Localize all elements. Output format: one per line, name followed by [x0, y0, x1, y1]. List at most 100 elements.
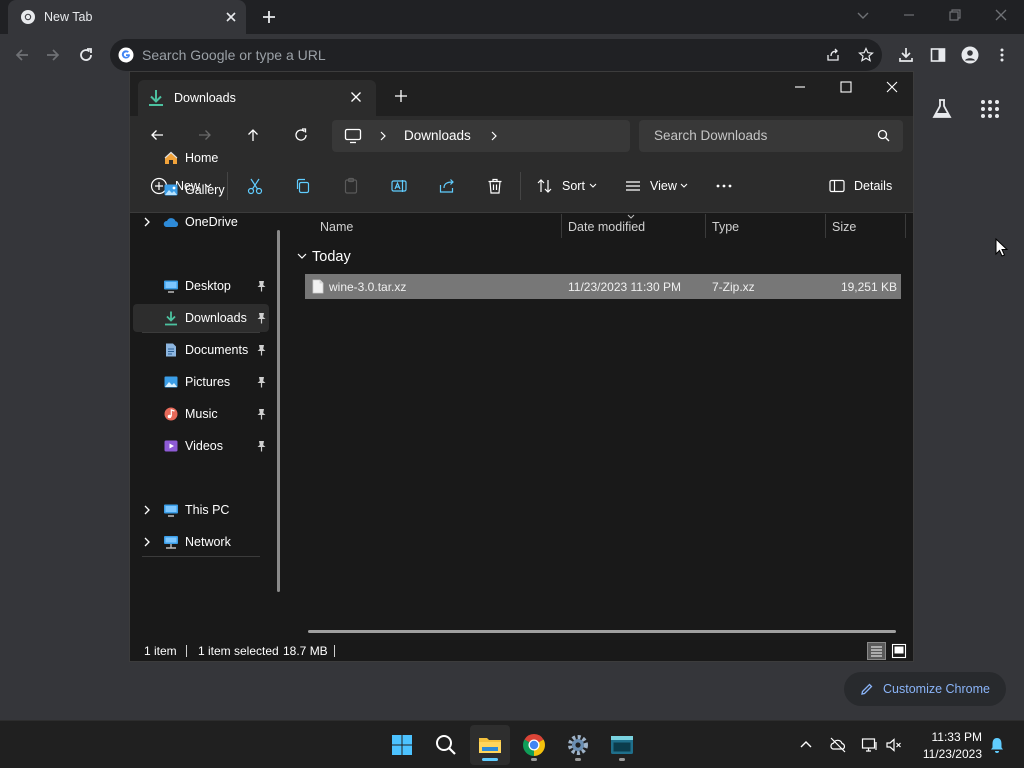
show-hidden-icons-chevron-icon[interactable]	[797, 736, 815, 754]
sidebar-item-label: Gallery	[185, 183, 225, 197]
side-panel-icon[interactable]	[929, 46, 947, 64]
sidebar-item-this-pc[interactable]: This PC	[133, 496, 269, 524]
tab-search-chevron-icon[interactable]	[855, 7, 871, 23]
sort-button-label[interactable]: Sort	[562, 179, 585, 193]
expand-chevron-icon[interactable]	[143, 217, 151, 227]
collapse-group-chevron-icon[interactable]	[297, 253, 307, 260]
maximize-icon[interactable]	[840, 81, 852, 93]
search-button[interactable]	[426, 725, 466, 765]
share-icon[interactable]	[438, 177, 456, 195]
close-window-icon[interactable]	[886, 81, 898, 93]
view-lines-icon[interactable]	[624, 177, 642, 195]
details-button-label[interactable]: Details	[854, 179, 892, 193]
expand-chevron-icon[interactable]	[143, 537, 151, 547]
details-pane-icon[interactable]	[828, 177, 846, 195]
back-arrow-icon[interactable]	[13, 46, 31, 64]
chevron-right-icon[interactable]	[379, 131, 387, 141]
pin-icon	[257, 409, 266, 420]
column-separator[interactable]	[561, 214, 562, 238]
volume-muted-icon[interactable]	[885, 736, 903, 754]
file-size: 19,251 KB	[840, 280, 897, 294]
close-tab-icon[interactable]	[350, 91, 362, 103]
close-tab-icon[interactable]	[224, 10, 238, 24]
file-type: 7-Zip.xz	[712, 280, 755, 294]
column-separator[interactable]	[825, 214, 826, 238]
column-separator[interactable]	[705, 214, 706, 238]
reload-icon[interactable]	[77, 46, 95, 64]
sidebar-item-documents[interactable]: Documents	[133, 336, 269, 364]
chrome-labs-flask-icon[interactable]	[930, 97, 954, 121]
delete-trash-icon[interactable]	[486, 177, 504, 195]
chrome-tab-new-tab[interactable]: New Tab	[8, 0, 246, 34]
bookmark-star-icon[interactable]	[858, 47, 874, 63]
close-window-icon[interactable]	[993, 7, 1009, 23]
paste-clipboard-icon[interactable]	[342, 177, 360, 195]
chevron-down-icon[interactable]	[680, 183, 688, 189]
restore-icon[interactable]	[947, 7, 963, 23]
taskbar-clock-date[interactable]: 11/23/2023	[910, 747, 982, 761]
more-menu-icon[interactable]	[993, 46, 1011, 64]
view-button-label[interactable]: View	[650, 179, 677, 193]
downloads-icon[interactable]	[897, 46, 915, 64]
sidebar-item-music[interactable]: Music	[133, 400, 269, 428]
refresh-icon[interactable]	[293, 127, 309, 143]
forward-arrow-icon[interactable]	[197, 127, 213, 143]
notification-bell-icon[interactable]	[988, 736, 1006, 754]
explorer-tab-downloads[interactable]: Downloads	[138, 80, 376, 116]
more-options-icon[interactable]	[715, 177, 733, 195]
forward-arrow-icon[interactable]	[44, 46, 62, 64]
horizontal-scrollbar[interactable]	[308, 630, 896, 633]
sidebar-divider	[142, 332, 260, 333]
sidebar-item-network[interactable]: Network	[133, 528, 269, 556]
search-icon	[436, 735, 456, 755]
pin-icon	[257, 345, 266, 356]
sidebar-item-videos[interactable]: Videos	[133, 432, 269, 460]
network-monitor-icon[interactable]	[861, 736, 879, 754]
chrome-logo-icon	[523, 734, 545, 756]
status-separator	[186, 645, 187, 657]
sidebar-item-desktop[interactable]: Desktop	[133, 272, 269, 300]
up-arrow-icon[interactable]	[245, 127, 261, 143]
share-icon[interactable]	[825, 47, 841, 63]
sidebar-item-downloads[interactable]: Downloads	[133, 304, 269, 332]
column-header-type[interactable]: Type	[712, 220, 739, 234]
chevron-right-icon[interactable]	[490, 131, 498, 141]
address-bar[interactable]: Downloads	[332, 120, 630, 152]
group-header-today[interactable]: Today	[312, 249, 351, 265]
start-button[interactable]	[382, 725, 422, 765]
minimize-icon[interactable]	[901, 7, 917, 23]
copy-icon[interactable]	[294, 177, 312, 195]
sidebar-scrollbar[interactable]	[277, 230, 280, 592]
chevron-down-icon[interactable]	[589, 183, 597, 189]
details-view-button[interactable]	[867, 642, 886, 660]
sort-arrows-icon[interactable]	[536, 177, 554, 195]
column-header-date-modified[interactable]: Date modified	[568, 220, 645, 234]
taskbar: 11:33 PM 11/23/2023	[0, 720, 1024, 768]
sidebar-item-onedrive[interactable]: OneDrive	[133, 208, 269, 236]
rename-icon[interactable]	[390, 177, 408, 195]
column-header-name[interactable]: Name	[320, 220, 353, 234]
taskbar-clock-time[interactable]: 11:33 PM	[920, 730, 982, 744]
file-row-selected[interactable]: wine-3.0.tar.xz 11/23/2023 11:30 PM 7-Zi…	[305, 274, 901, 299]
expand-chevron-icon[interactable]	[143, 505, 151, 515]
search-box[interactable]: Search Downloads	[639, 120, 903, 152]
omnibox[interactable]: Search Google or type a URL	[110, 39, 882, 71]
column-header-size[interactable]: Size	[832, 220, 856, 234]
minimize-icon[interactable]	[794, 81, 806, 93]
column-separator[interactable]	[905, 214, 906, 238]
sidebar-item-pictures[interactable]: Pictures	[133, 368, 269, 396]
customize-chrome-button[interactable]: Customize Chrome	[844, 672, 1006, 706]
onedrive-offline-icon[interactable]	[829, 736, 847, 754]
details-view-icon	[871, 646, 882, 657]
profile-avatar-icon[interactable]	[961, 46, 979, 64]
network-icon	[164, 536, 178, 549]
mouse-pointer-icon	[995, 238, 1009, 257]
google-apps-grid-icon[interactable]	[980, 99, 1000, 119]
large-icons-view-icon[interactable]	[890, 642, 908, 660]
breadcrumb-downloads[interactable]: Downloads	[404, 128, 471, 143]
sidebar-item-gallery[interactable]: Gallery	[133, 176, 269, 204]
new-tab-plus-icon[interactable]	[261, 9, 277, 25]
sidebar-item-home[interactable]: Home	[133, 144, 269, 172]
new-tab-plus-icon[interactable]	[394, 89, 408, 103]
back-arrow-icon[interactable]	[149, 127, 165, 143]
